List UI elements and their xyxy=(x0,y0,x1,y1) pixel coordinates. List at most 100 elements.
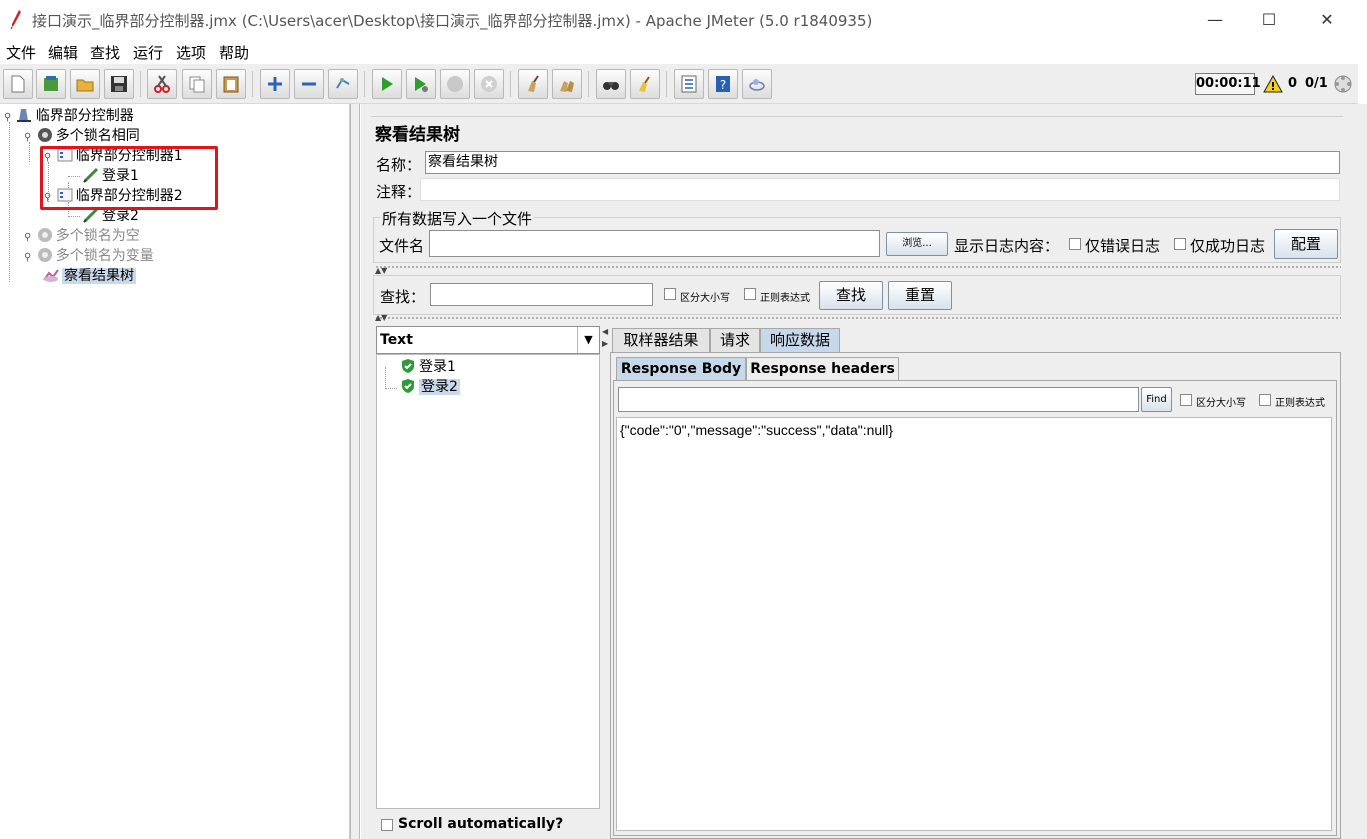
search-input[interactable] xyxy=(430,283,653,306)
active-threads: 0/1 xyxy=(1305,76,1328,91)
save-icon xyxy=(111,76,127,92)
tree-node-label: 多个锁名为变量 xyxy=(55,248,154,264)
find-button[interactable]: 查找 xyxy=(819,281,883,310)
tree-node-group1[interactable]: ⚲ 多个锁名相同 xyxy=(24,126,140,146)
tab-sampler-result[interactable]: 取样器结果 xyxy=(612,328,710,352)
reset-button[interactable]: 重置 xyxy=(888,281,952,310)
toolbar-separator xyxy=(252,71,253,97)
thread-group-icon xyxy=(36,127,54,143)
shutdown-button[interactable] xyxy=(474,69,504,99)
response-case-checkbox[interactable] xyxy=(1180,394,1192,406)
expand-handle-icon[interactable]: ⚲ xyxy=(24,252,31,263)
tab-response-data[interactable]: 响应数据 xyxy=(760,328,840,352)
expand-handle-icon[interactable]: ⚲ xyxy=(4,112,11,123)
open-folder-icon xyxy=(76,79,94,92)
remote-button[interactable] xyxy=(742,69,772,99)
success-only-checkbox[interactable] xyxy=(1174,238,1186,250)
window-title: 接口演示_临界部分控制器.jmx (C:\Users\acer\Desktop\… xyxy=(32,12,873,30)
start-no-pauses-button[interactable] xyxy=(406,69,436,99)
filename-field[interactable] xyxy=(429,230,880,257)
response-find-button[interactable]: Find xyxy=(1141,387,1172,412)
title-bar: 接口演示_临界部分控制器.jmx (C:\Users\acer\Desktop\… xyxy=(0,0,1367,40)
stop-icon xyxy=(447,76,463,92)
sample-result-list: 登录1 登录2 xyxy=(376,354,600,809)
comment-label: 注释： xyxy=(376,183,422,201)
comment-field[interactable] xyxy=(420,178,1340,201)
paste-icon xyxy=(223,76,239,93)
regex-checkbox[interactable] xyxy=(744,288,756,300)
templates-button[interactable] xyxy=(36,69,66,99)
toggle-button[interactable] xyxy=(328,69,358,99)
save-button[interactable] xyxy=(104,69,134,99)
tree-node-listener[interactable]: 察看结果树 xyxy=(42,266,136,286)
stop-button[interactable] xyxy=(440,69,470,99)
sample-label: 登录1 xyxy=(419,359,456,375)
minimize-button[interactable]: — xyxy=(1192,6,1238,34)
open-button[interactable] xyxy=(70,69,100,99)
toolbar-separator xyxy=(510,71,511,97)
chevron-down-icon[interactable]: ▼ xyxy=(577,327,599,353)
sample-result-item[interactable]: 登录2 xyxy=(399,377,460,397)
collapse-arrows-icon[interactable]: ▲▼ xyxy=(375,313,387,322)
menu-file[interactable]: 文件 xyxy=(6,42,36,63)
toolbar-separator xyxy=(588,71,589,97)
scroll-auto-label: Scroll automatically? xyxy=(398,816,564,832)
broom-double-icon xyxy=(560,81,574,92)
sample-result-item[interactable]: 登录1 xyxy=(399,357,456,377)
menu-search[interactable]: 查找 xyxy=(90,42,120,63)
new-button[interactable] xyxy=(3,69,33,99)
tree-node-group2[interactable]: ⚲ 多个锁名为空 xyxy=(24,226,140,246)
function-helper-button[interactable] xyxy=(674,69,704,99)
tab-request[interactable]: 请求 xyxy=(710,328,760,352)
tree-node-root[interactable]: ⚲ 临界部分控制器 xyxy=(4,106,134,126)
templates-icon xyxy=(44,76,58,91)
configure-button[interactable]: 配置 xyxy=(1274,229,1338,259)
search-button[interactable] xyxy=(596,69,626,99)
errors-only-checkbox[interactable] xyxy=(1069,238,1081,250)
renderer-select[interactable]: Text ▼ xyxy=(376,326,600,354)
menu-run[interactable]: 运行 xyxy=(133,42,163,63)
response-body-text-area[interactable]: {"code":"0","message":"success","data":n… xyxy=(616,417,1332,831)
collapse-arrows-icon[interactable]: ▲▼ xyxy=(375,266,387,275)
renderer-value: Text xyxy=(380,332,413,348)
response-find-input[interactable] xyxy=(618,387,1139,412)
help-button[interactable]: ? xyxy=(708,69,738,99)
disabled-thread-group-icon xyxy=(36,227,54,243)
tree-node-label: 临界部分控制器 xyxy=(35,108,134,124)
log-content-label: 显示日志内容： xyxy=(954,237,1060,255)
split-arrows-icon[interactable]: ◀ ▶ xyxy=(602,326,608,350)
paste-button[interactable] xyxy=(216,69,246,99)
clear-button[interactable] xyxy=(518,69,548,99)
response-regex-checkbox[interactable] xyxy=(1259,394,1271,406)
expand-handle-icon[interactable]: ⚲ xyxy=(24,132,31,143)
menu-options[interactable]: 选项 xyxy=(176,42,206,63)
copy-button[interactable] xyxy=(182,69,212,99)
browse-button[interactable]: 浏览... xyxy=(886,232,948,256)
warning-icon[interactable]: ! xyxy=(1263,75,1283,93)
tab-response-headers[interactable]: Response headers xyxy=(746,357,899,381)
warning-count: 0 xyxy=(1288,76,1298,91)
close-button[interactable]: ✕ xyxy=(1304,6,1350,34)
reset-search-button[interactable] xyxy=(630,69,660,99)
pane-splitter[interactable] xyxy=(350,104,360,839)
tree-line xyxy=(68,216,80,217)
menu-edit[interactable]: 编辑 xyxy=(48,42,78,63)
tree-node-group3[interactable]: ⚲ 多个锁名为变量 xyxy=(24,246,154,266)
menu-help[interactable]: 帮助 xyxy=(219,42,249,63)
toolbar: ? 00:00:11 ! 0 0/1 xyxy=(0,64,1358,104)
case-sensitive-checkbox[interactable] xyxy=(664,288,676,300)
divider xyxy=(375,316,1341,320)
jmeter-feather-icon xyxy=(10,10,21,29)
scroll-auto-checkbox[interactable] xyxy=(381,819,393,831)
tab-response-body[interactable]: Response Body xyxy=(616,357,746,381)
binoculars-icon xyxy=(603,82,619,90)
expand-all-button[interactable] xyxy=(260,69,290,99)
clear-all-button[interactable] xyxy=(552,69,582,99)
cut-button[interactable] xyxy=(147,69,177,99)
listener-icon xyxy=(42,267,60,283)
collapse-all-button[interactable] xyxy=(294,69,324,99)
name-field[interactable]: 察看结果树 xyxy=(425,151,1340,174)
maximize-button[interactable]: ☐ xyxy=(1246,6,1292,34)
expand-handle-icon[interactable]: ⚲ xyxy=(24,232,31,243)
start-button[interactable] xyxy=(372,69,402,99)
